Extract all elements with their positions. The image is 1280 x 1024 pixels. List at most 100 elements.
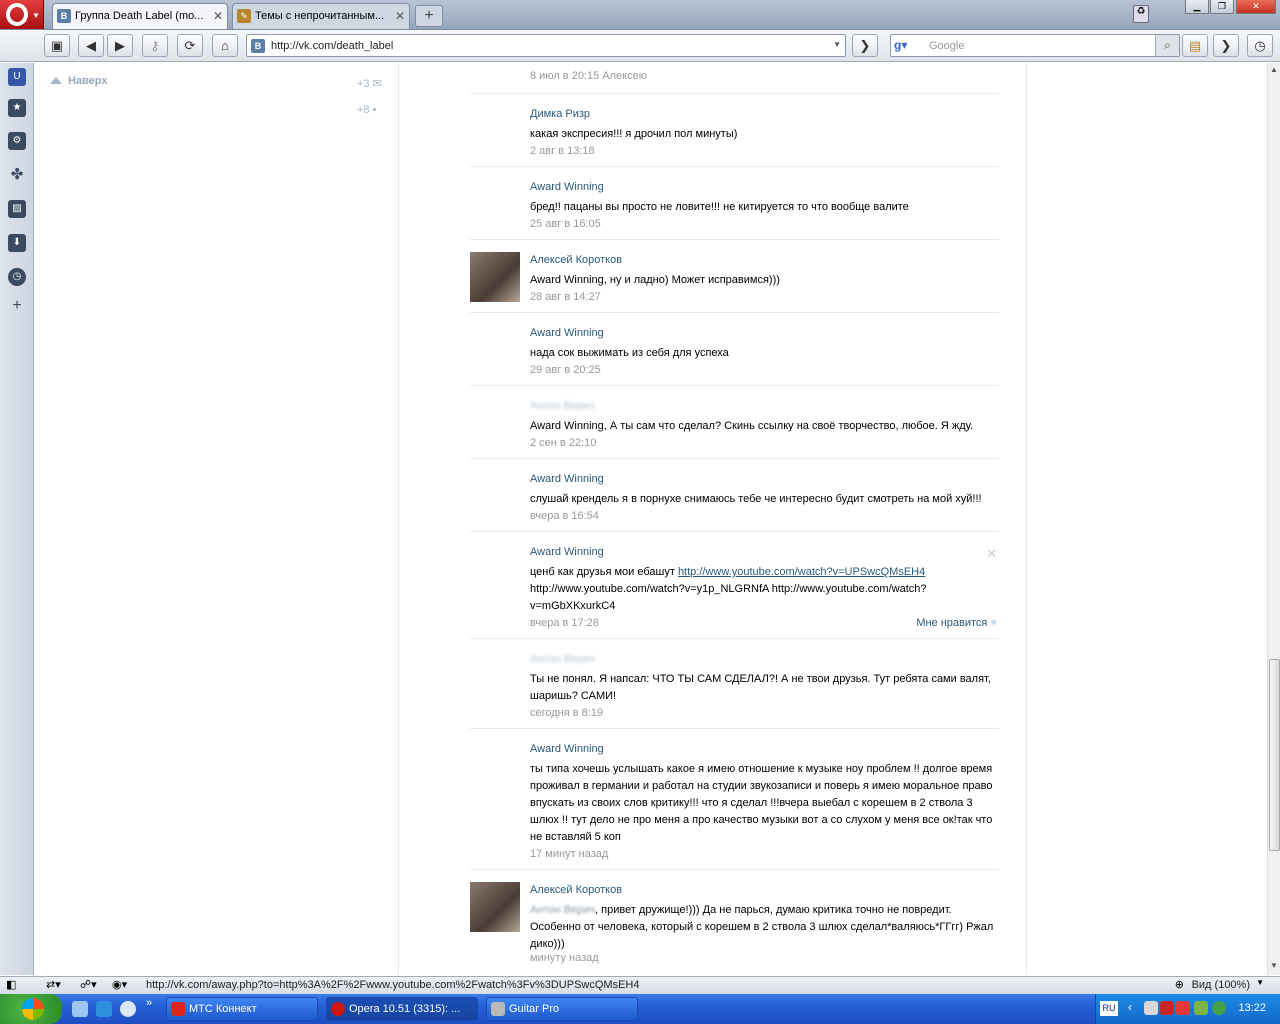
clock[interactable]: 13:22 — [1238, 1002, 1266, 1014]
comment-text: нада сок выжимать из себя для успеха — [530, 347, 729, 359]
tray-app-icon[interactable] — [1176, 1001, 1190, 1015]
bookmarks-icon[interactable]: ★ — [8, 99, 26, 117]
add-panel-icon[interactable]: + — [8, 297, 26, 315]
delete-icon[interactable]: ✕ — [986, 546, 997, 562]
widgets-icon[interactable]: ✤ — [8, 166, 26, 184]
zoom-level[interactable]: Вид (100%) — [1192, 979, 1250, 991]
messages-counter[interactable]: +3 ✉ — [357, 77, 382, 90]
comment-date[interactable]: 2 авг в 13:18 — [530, 145, 595, 157]
avatar[interactable] — [470, 882, 520, 932]
history-icon[interactable]: ◷ — [8, 268, 26, 286]
google-icon[interactable]: g▾ — [894, 38, 924, 54]
notes-icon[interactable]: ▨ — [8, 200, 26, 218]
taskbar-item-guitarpro[interactable]: Guitar Pro — [486, 997, 638, 1021]
home-icon[interactable]: ⌂ — [212, 34, 238, 57]
comment-date[interactable]: 17 минут назад — [530, 848, 608, 860]
vertical-scrollbar[interactable]: ▲ ▼ — [1267, 63, 1280, 975]
comment-author[interactable]: Award Winning — [530, 743, 604, 755]
scroll-up-icon[interactable]: ▲ — [1270, 65, 1278, 74]
quicklaunch-more-icon[interactable]: » — [146, 997, 152, 1009]
download-icon[interactable]: ⬇ — [8, 234, 26, 252]
scroll-to-top-link[interactable]: Наверх — [68, 75, 108, 87]
tab-forum[interactable]: ✎ Темы с непрочитанным... ✕ — [232, 3, 410, 29]
search-field[interactable]: g▾ Google ⌕ — [890, 34, 1180, 57]
comment-text: Award Winning, А ты сам что сделал? Скин… — [530, 420, 974, 432]
language-indicator[interactable]: RU — [1100, 1001, 1118, 1016]
back-icon[interactable]: ◀ — [78, 34, 104, 57]
trash-icon[interactable]: ♻ — [1133, 5, 1149, 23]
comment-author[interactable]: Антон Верич — [530, 400, 595, 412]
arrow-up-icon[interactable] — [50, 77, 62, 84]
chevron-down-icon[interactable]: ▼ — [833, 40, 841, 49]
comment-item: Award Winning нада сок выжимать из себя … — [470, 313, 999, 386]
tray-app-icon[interactable] — [1144, 1001, 1158, 1015]
chevron-right-icon[interactable]: ❯ — [1213, 34, 1239, 57]
network-icon[interactable]: ☍▾ — [80, 978, 97, 991]
like-button[interactable]: Мне нравится ♥ — [916, 617, 997, 629]
folder-icon[interactable]: ▤ — [1182, 34, 1208, 57]
panel-toggle-icon[interactable]: ◧ — [6, 978, 16, 991]
comment-date[interactable]: 25 авг в 16:05 — [530, 218, 601, 230]
tab-vk-group[interactable]: B Группа Death Label (mo... ✕ — [52, 3, 228, 29]
taskbar-item-mts[interactable]: МТС Коннект — [166, 997, 318, 1021]
taskbar-item-opera[interactable]: Opera 10.51 (3315): ... — [326, 997, 478, 1021]
forward-icon[interactable]: ▶ — [107, 34, 133, 57]
comment-date[interactable]: минуту назад — [530, 952, 599, 964]
youtube-link[interactable]: http://www.youtube.com/watch?v=UPSwcQMsE… — [678, 566, 925, 578]
tray-expand-icon[interactable]: ‹ — [1128, 1000, 1132, 1014]
comment-date[interactable]: 28 авг в 14:27 — [530, 291, 601, 303]
comment-author[interactable]: Award Winning — [530, 473, 604, 485]
scrollbar-thumb[interactable] — [1269, 659, 1280, 851]
comment-author[interactable]: Award Winning — [530, 546, 604, 558]
comment-author[interactable]: Award Winning — [530, 327, 604, 339]
taskbar-item-label: Guitar Pro — [509, 1003, 560, 1015]
comments-counter[interactable]: +8 ▪ — [357, 104, 377, 116]
close-window-button[interactable]: ✕ — [1236, 0, 1276, 14]
comment-date[interactable]: 2 сен в 22:10 — [530, 437, 596, 449]
opera-menu-button[interactable]: ▼ — [0, 0, 44, 29]
reload-icon[interactable]: ⟳ — [177, 34, 203, 57]
comment-item: Алексей Коротков Антон Верич, привет дру… — [470, 870, 999, 975]
settings-icon[interactable]: ◉▾ — [112, 978, 127, 991]
comment-date[interactable]: вчера в 17:28 — [530, 617, 599, 629]
comment-author[interactable]: Award Winning — [530, 181, 604, 193]
comment-date[interactable]: сегодня в 8:19 — [530, 707, 603, 719]
tray-app-icon[interactable] — [1160, 1001, 1174, 1015]
avatar[interactable] — [470, 252, 520, 302]
desktop-icon[interactable] — [72, 1001, 88, 1017]
minimize-button[interactable]: ▁ — [1185, 0, 1209, 14]
chevron-down-icon[interactable]: ▼ — [1256, 978, 1264, 987]
ie-icon[interactable] — [96, 1001, 112, 1017]
comment-author[interactable]: Димка Ризр — [530, 108, 590, 120]
unite-icon[interactable]: U — [8, 68, 26, 86]
scroll-down-icon[interactable]: ▼ — [1270, 961, 1278, 970]
close-tab-icon[interactable]: ✕ — [213, 9, 223, 23]
search-icon[interactable]: ⌕ — [1155, 35, 1179, 56]
comment-author[interactable]: Алексей Коротков — [530, 254, 622, 266]
signal-icon[interactable] — [1194, 1001, 1208, 1015]
media-icon[interactable] — [120, 1001, 136, 1017]
comment-author[interactable]: Алексей Коротков — [530, 884, 622, 896]
sync-icon[interactable]: ⇄▾ — [46, 978, 61, 991]
mentioned-user[interactable]: Антон Верич — [530, 904, 595, 916]
save-icon[interactable]: ▣ — [44, 34, 70, 57]
comment-item: Алексей Коротков Award Winning, ну и лад… — [470, 240, 999, 313]
close-tab-icon[interactable]: ✕ — [395, 9, 405, 23]
icq-icon[interactable] — [1212, 1001, 1226, 1015]
status-url: http://vk.com/away.php?to=http%3A%2F%2Fw… — [146, 979, 640, 991]
comment-date[interactable]: 29 авг в 20:25 — [530, 364, 601, 376]
gear-icon[interactable]: ⚙ — [8, 132, 26, 150]
comment-text: ты типа хочешь услышать какое я имею отн… — [530, 763, 993, 843]
comment-date[interactable]: вчера в 16:54 — [530, 510, 599, 522]
key-icon[interactable]: ⚷ — [142, 34, 168, 57]
address-input[interactable]: http://vk.com/death_label — [271, 40, 393, 52]
maximize-button[interactable]: ❐ — [1210, 0, 1234, 14]
address-bar[interactable]: B http://vk.com/death_label ▼ — [246, 34, 846, 57]
start-button[interactable] — [0, 994, 62, 1024]
new-tab-button[interactable]: + — [415, 5, 443, 27]
comment-date[interactable]: 8 июл в 20:15 Алексею — [530, 70, 647, 82]
comment-links[interactable]: http://www.youtube.com/watch?v=y1p_NLGRN… — [530, 583, 927, 612]
go-icon[interactable]: ❯ — [852, 34, 878, 57]
comment-author[interactable]: Антон Верич — [530, 653, 595, 665]
clock-icon[interactable]: ◷ — [1247, 34, 1273, 57]
